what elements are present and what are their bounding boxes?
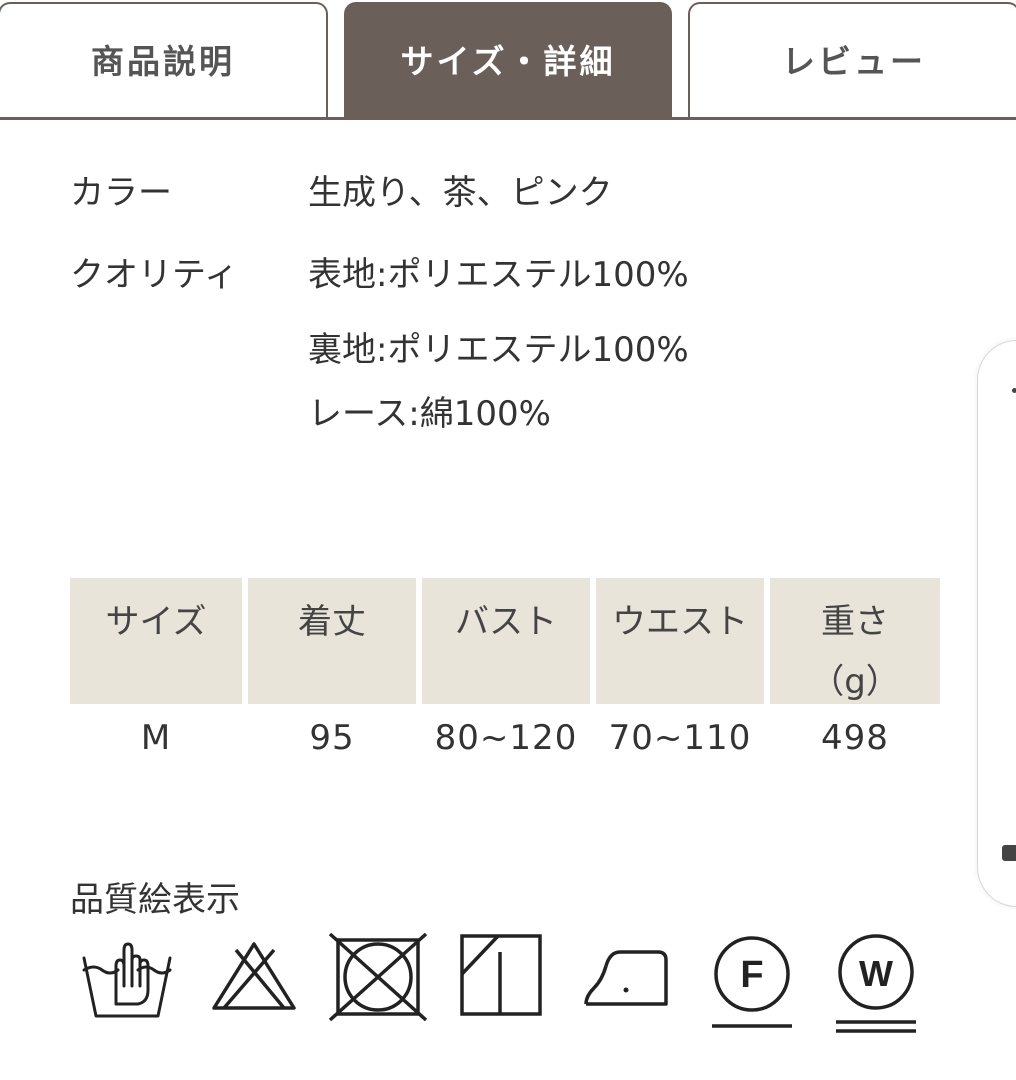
table-header-size: サイズ [70, 578, 242, 704]
table-cell-bust: 80~120 [434, 718, 578, 758]
table-header-weight-label: 重さ [821, 602, 889, 642]
spec-color-label: カラー [70, 173, 172, 213]
table-header-weight: 重さ （g） [770, 578, 940, 704]
table-header-bust: バスト [422, 578, 590, 704]
tab-product-description[interactable]: 商品説明 [0, 2, 328, 120]
table-header-waist: ウエスト [596, 578, 764, 704]
wet-clean-letter: W [859, 953, 893, 994]
care-label-title: 品質絵表示 [70, 880, 240, 920]
panel-dot-icon [1012, 388, 1016, 393]
spec-color-value: 生成り、茶、ピンク [308, 173, 613, 213]
table-cell-length: 95 [309, 718, 355, 758]
iron-low-icon [584, 950, 668, 1006]
dry-clean-f-icon: F [712, 936, 792, 1028]
tab-bar: 商品説明 サイズ・詳細 レビュー [0, 0, 1016, 120]
spec-quality-label: クオリティ [70, 255, 238, 295]
table-header-length: 着丈 [248, 578, 416, 704]
spec-quality-line-1: 表地:ポリエステル100% [308, 255, 689, 295]
floating-side-panel[interactable] [977, 340, 1016, 907]
no-tumble-dry-icon [328, 932, 428, 1022]
table-cell-weight: 498 [821, 718, 889, 758]
no-bleach-icon [212, 942, 296, 1010]
spec-quality-line-2: 裏地:ポリエステル100% [308, 330, 689, 370]
table-header-weight-unit: （g） [810, 662, 900, 702]
line-dry-shade-icon [460, 934, 542, 1016]
table-cell-size: M [140, 718, 172, 758]
dry-clean-letter: F [740, 954, 763, 996]
tab-reviews[interactable]: レビュー [688, 2, 1016, 120]
hand-wash-icon [82, 942, 172, 1018]
wet-clean-w-icon: W [836, 934, 916, 1033]
tab-size-details[interactable]: サイズ・詳細 [344, 2, 672, 120]
panel-handle-icon[interactable] [1002, 845, 1016, 861]
tab-underline [0, 117, 1016, 120]
table-cell-waist: 70~110 [608, 718, 752, 758]
spec-quality-line-3: レース:綿100% [308, 394, 551, 434]
